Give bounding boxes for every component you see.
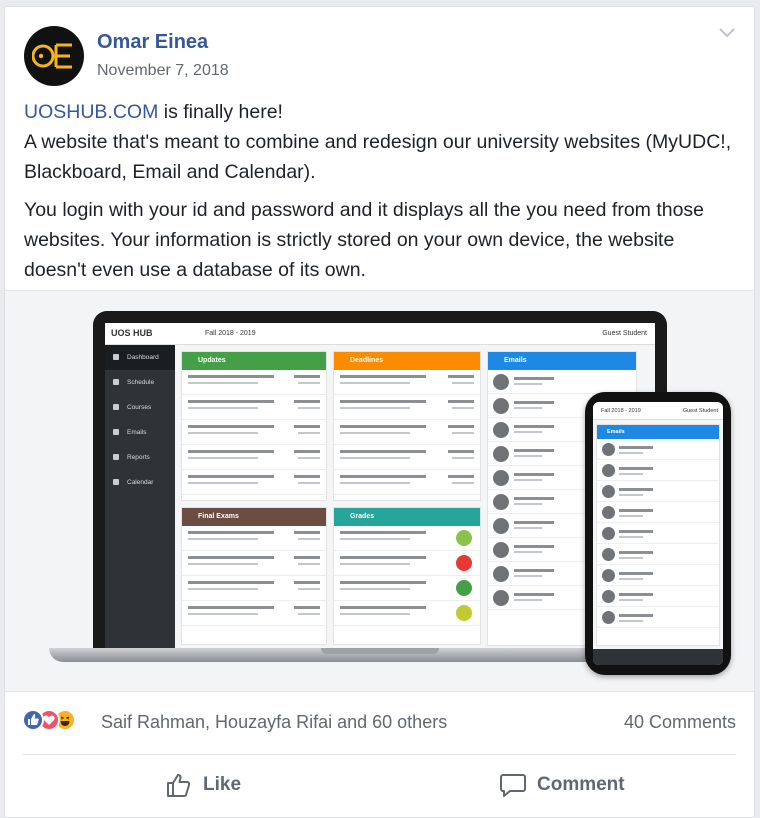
comments-count[interactable]: 40 Comments: [624, 712, 736, 733]
list-item: [597, 439, 719, 460]
list-item: [597, 502, 719, 523]
list-item: [334, 370, 480, 395]
sidebar-item-schedule: Schedule: [105, 370, 175, 395]
sidebar-item-reports: Reports: [105, 445, 175, 470]
deadlines-header: Deadlines: [334, 352, 480, 370]
post-link[interactable]: UOSHUB.COM: [24, 101, 158, 123]
list-item: [182, 526, 326, 551]
list-item: [488, 370, 636, 394]
reaction-names[interactable]: Saif Rahman, Houzayfa Rifai and 60 other…: [101, 712, 447, 733]
grades-header: Grades: [334, 508, 480, 526]
app-sidebar: Dashboard Schedule Courses Emails Report…: [105, 345, 175, 649]
uos-logo-icon: [32, 43, 72, 69]
phone-user-label: Guest Student: [682, 408, 718, 414]
sidebar-item-dashboard: Dashboard: [105, 345, 175, 370]
list-item: [597, 565, 719, 586]
list-item: [182, 601, 326, 626]
post-card: Omar Einea November 7, 2018 UOSHUB.COM i…: [4, 6, 755, 818]
phone-screen: Fall 2018 - 2019 Guest Student Emails: [593, 402, 723, 665]
chevron-down-icon[interactable]: [718, 27, 736, 39]
thumbs-up-icon: [167, 774, 191, 797]
sidebar-item-courses: Courses: [105, 395, 175, 420]
deadlines-panel: Deadlines: [333, 351, 481, 501]
list-item: [334, 576, 480, 601]
comment-icon: [500, 774, 526, 797]
list-item: [182, 551, 326, 576]
grades-panel: Grades: [333, 507, 481, 645]
author-avatar[interactable]: [24, 26, 84, 86]
phone-emails-panel: Emails: [596, 424, 720, 646]
post-date[interactable]: November 7, 2018: [97, 62, 229, 80]
sidebar-item-calendar: Calendar: [105, 470, 175, 495]
post-image[interactable]: UOS HUB Fall 2018 - 2019 Guest Student D…: [5, 290, 754, 692]
list-item: [334, 420, 480, 445]
list-item: [597, 460, 719, 481]
list-item: [334, 395, 480, 420]
like-button-label: Like: [203, 774, 242, 795]
updates-panel: Updates: [181, 351, 327, 501]
list-item: [597, 544, 719, 565]
post-text-line1: is finally here!: [158, 101, 283, 123]
emails-header: Emails: [488, 352, 636, 370]
list-item: [182, 470, 326, 495]
list-item: [182, 445, 326, 470]
list-item: [334, 601, 480, 626]
comment-button-label: Comment: [537, 774, 625, 795]
semester-label: Fall 2018 - 2019: [205, 330, 256, 337]
post-text: UOSHUB.COM is finally here! A website th…: [24, 97, 739, 285]
reactions-summary[interactable]: [22, 709, 82, 731]
post-text-line2: A website that's meant to combine and re…: [24, 131, 732, 183]
phone-topbar: Fall 2018 - 2019 Guest Student: [593, 402, 723, 420]
final-exams-header: Final Exams: [182, 508, 326, 526]
like-button[interactable]: Like: [165, 768, 241, 802]
list-item: [182, 370, 326, 395]
comment-button[interactable]: Comment: [499, 768, 625, 802]
divider: [23, 754, 736, 755]
phone-semester-label: Fall 2018 - 2019: [601, 408, 641, 414]
list-item: [334, 470, 480, 495]
updates-header: Updates: [182, 352, 326, 370]
list-item: [182, 576, 326, 601]
list-item: [597, 523, 719, 544]
final-exams-panel: Final Exams: [181, 507, 327, 645]
user-label: Guest Student: [602, 330, 647, 337]
laptop-mockup: UOS HUB Fall 2018 - 2019 Guest Student D…: [93, 311, 667, 649]
list-item: [597, 607, 719, 628]
laptop-screen: UOS HUB Fall 2018 - 2019 Guest Student D…: [105, 323, 655, 649]
list-item: [334, 551, 480, 576]
list-item: [597, 481, 719, 502]
app-logo: UOS HUB: [111, 328, 153, 338]
sidebar-item-emails: Emails: [105, 420, 175, 445]
like-icon: [22, 709, 44, 731]
phone-emails-header: Emails: [597, 425, 719, 439]
list-item: [597, 586, 719, 607]
list-item: [334, 445, 480, 470]
phone-mockup: Fall 2018 - 2019 Guest Student Emails: [585, 392, 731, 675]
list-item: [182, 420, 326, 445]
post-text-line3: You login with your id and password and …: [24, 199, 705, 281]
author-name[interactable]: Omar Einea: [97, 31, 208, 54]
post-stats: Saif Rahman, Houzayfa Rifai and 60 other…: [5, 692, 754, 744]
list-item: [182, 395, 326, 420]
laptop-notch: [321, 648, 439, 654]
phone-bottom-nav: [593, 649, 723, 665]
list-item: [334, 526, 480, 551]
app-topbar: UOS HUB Fall 2018 - 2019 Guest Student: [105, 323, 655, 345]
